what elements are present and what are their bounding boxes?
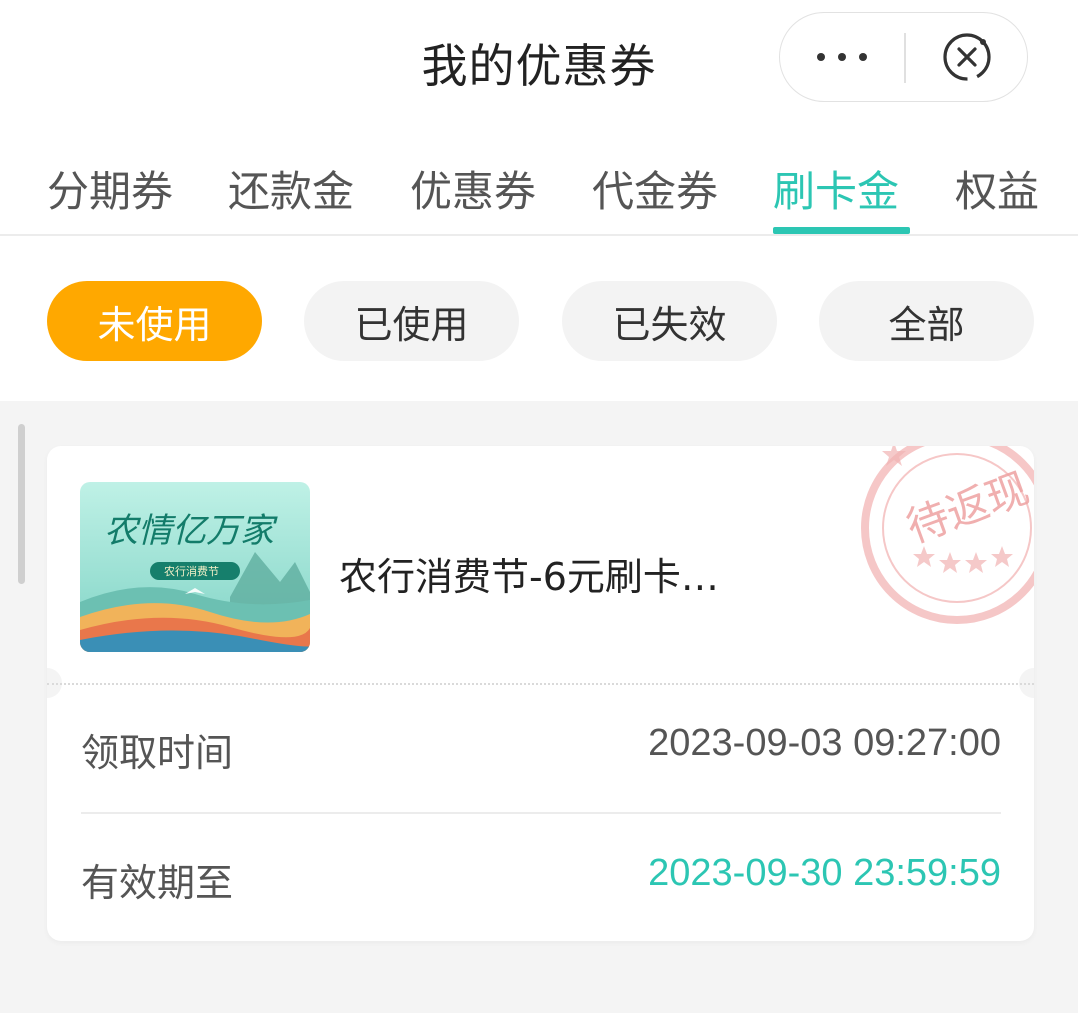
filter-all[interactable]: 全部 <box>819 281 1034 361</box>
top-bar: 我的优惠券 <box>0 0 1078 120</box>
expiry-label: 有效期至 <box>81 861 234 905</box>
status-filters: 未使用 已使用 已失效 全部 <box>0 236 1078 401</box>
tab-card-swipe-bonus[interactable]: 刷卡金 <box>773 158 899 219</box>
tab-voucher[interactable]: 代金券 <box>592 158 718 219</box>
coupon-name: 农行消费节-6元刷卡… <box>339 555 719 599</box>
filter-unused[interactable]: 未使用 <box>47 281 262 361</box>
scrollbar[interactable] <box>18 424 25 584</box>
thumbnail-title: 农情亿万家 <box>104 511 278 551</box>
expiry-value: 2023-09-30 23:59:59 <box>648 852 1001 894</box>
row-divider <box>81 812 1001 814</box>
coupon-card[interactable]: 待返现 农情亿万家 农行消费节 农行消费节-6元刷卡… 领取时间 2023-09 <box>47 446 1034 941</box>
pending-cashback-stamp: 待返现 <box>861 446 1034 624</box>
received-time-value: 2023-09-03 09:27:00 <box>648 722 1001 764</box>
tab-discount[interactable]: 优惠券 <box>410 158 536 219</box>
close-circle-icon[interactable] <box>906 13 1028 100</box>
tab-repayment[interactable]: 还款金 <box>228 158 354 219</box>
stamp-text: 待返现 <box>900 463 1034 552</box>
coupon-thumbnail: 农情亿万家 农行消费节 <box>80 482 310 652</box>
more-dots-icon[interactable] <box>780 13 904 100</box>
mini-program-capsule <box>779 12 1028 102</box>
active-tab-indicator <box>773 227 910 234</box>
thumbnail-subtitle: 农行消费节 <box>164 564 219 578</box>
tab-installment[interactable]: 分期券 <box>47 158 173 219</box>
filter-expired[interactable]: 已失效 <box>562 281 777 361</box>
perforation-divider <box>47 683 1034 685</box>
tab-benefits[interactable]: 权益 <box>955 158 1039 219</box>
coupon-type-tabs: 分期券 还款金 优惠券 代金券 刷卡金 权益 <box>0 120 1078 236</box>
filter-used[interactable]: 已使用 <box>304 281 519 361</box>
received-time-label: 领取时间 <box>81 731 234 775</box>
